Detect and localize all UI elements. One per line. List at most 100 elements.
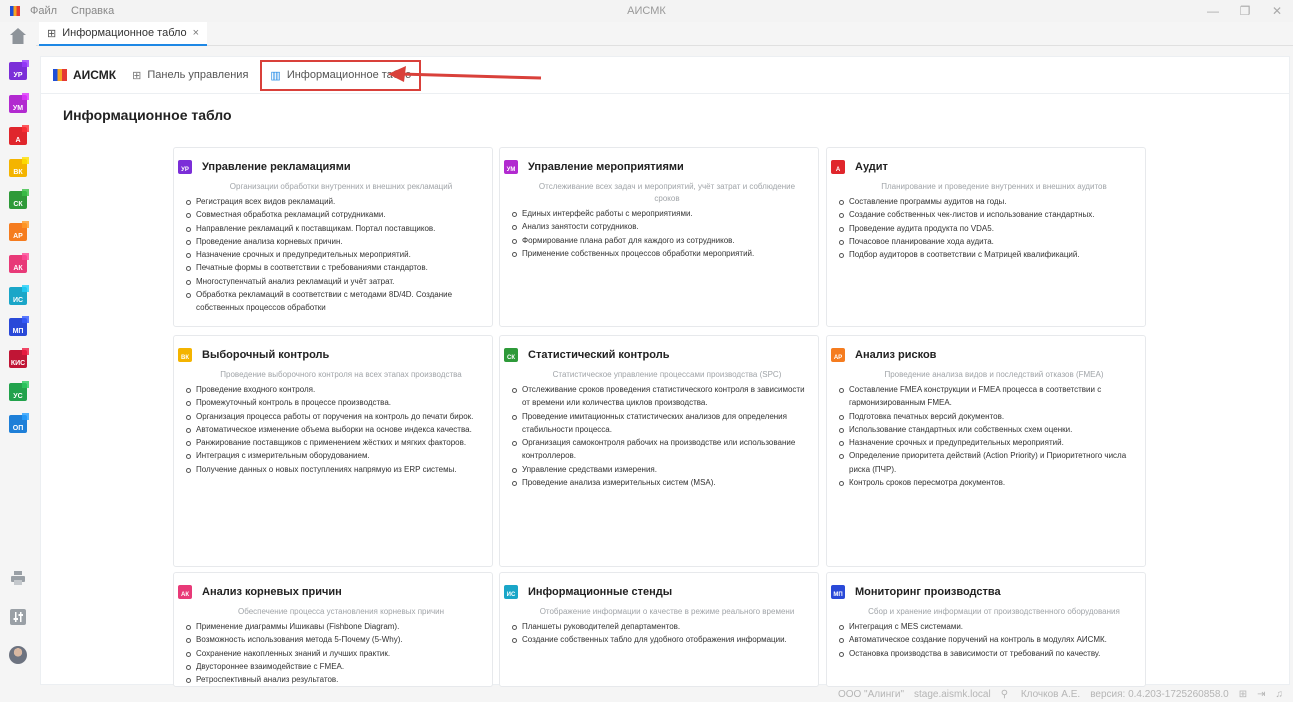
card-subtitle: Отслеживание всех задач и мероприятий, у… [538,182,796,203]
left-rail: УР УМ А ВК СК АР АК ИС МП КИС УС ОП [0,22,36,687]
logout-icon[interactable]: ⇥ [1257,689,1265,700]
card-feature-item: Обработка рекламаций в соответствии с ме… [186,288,484,315]
rail-module-12[interactable]: ОП [9,415,27,433]
card-feature-item: Применение диаграммы Ишикавы (Fishbone D… [186,620,484,633]
rail-module-9[interactable]: МП [9,318,27,336]
card-feature-item: Направление рекламаций к поставщикам. По… [186,222,484,235]
rail-module-4[interactable]: ВК [9,159,27,177]
card-feature-item: Возможность использования метода 5-Почем… [186,633,484,646]
module-badge-icon: А [831,160,845,174]
module-card[interactable]: МП Мониторинг производства Сбор и хранение… [826,572,1146,687]
nav-control-panel[interactable]: ⊞ Панель управления [132,69,248,82]
annotation-arrow [388,66,542,82]
printer-icon[interactable] [9,569,27,587]
card-feature-list: Отслеживание сроков проведения статистич… [512,383,810,489]
module-badge-icon: АР [831,348,845,362]
home-icon[interactable] [9,27,27,45]
card-feature-item: Проведение анализа измерительных систем … [512,476,810,489]
menu-file[interactable]: Файл [30,5,57,17]
card-feature-item: Автоматическое создание поручений на кон… [839,633,1137,646]
card-feature-item: Назначение срочных и предупредительных м… [186,248,484,261]
brand-logo-icon [53,69,67,81]
card-feature-item: Проведение входного контроля. [186,383,484,396]
card-feature-item: Контроль сроков пересмотра документов. [839,476,1137,489]
rail-module-8[interactable]: ИС [9,287,27,305]
rail-module-6[interactable]: АР [9,223,27,241]
card-feature-item: Промежуточный контроль в процессе произв… [186,396,484,409]
module-card[interactable]: УМ Управление мероприятиями Отслеживание в… [499,147,819,327]
card-subtitle: Отображение информации о качестве в режи… [539,607,795,616]
card-subtitle: Проведение анализа видов и последствий о… [884,370,1104,379]
user-avatar[interactable] [9,646,27,664]
card-header: АК Анализ корневых причин [178,585,492,599]
module-card[interactable]: УР Управление рекламациями Организации обр… [173,147,493,327]
card-feature-item: Единых интерфейс работы с мероприятиями. [512,207,810,220]
card-feature-list: Составление программы аудитов на годы. Со… [839,195,1137,261]
card-feature-item: Автоматическое изменение объема выборки … [186,423,484,436]
rail-module-11[interactable]: УС [9,383,27,401]
card-feature-item: Ранжирование поставщиков с применением ж… [186,436,484,449]
brand-name: АИСМК [73,68,117,82]
main-panel: АИСМК ⊞ Панель управления ▥ Информационн… [40,56,1290,687]
card-feature-item: Использование стандартных или собственны… [839,423,1137,436]
card-header: А Аудит [831,160,1145,174]
minimize-button[interactable]: — [1197,0,1229,22]
status-bar: ООО "Алинги" stage.aismk.local ⚲ Клочков… [0,687,1293,702]
card-feature-item: Двустороннее взаимодействие с FMEA. [186,660,484,673]
module-card[interactable]: ИС Информационные стенды Отображение инфор… [499,572,819,687]
rail-module-3[interactable]: А [9,127,27,145]
module-badge-icon: УМ [504,160,518,174]
card-title: Управление мероприятиями [528,161,684,173]
module-card[interactable]: АР Анализ рисков Проведение анализа видов … [826,335,1146,567]
module-badge-icon: УР [178,160,192,174]
nav-control-panel-label: Панель управления [147,69,249,81]
module-card[interactable]: А Аудит Планирование и проведение внутренн… [826,147,1146,327]
card-feature-item: Назначение срочных и предупредительных м… [839,436,1137,449]
dashboard-icon: ⊞ [132,69,142,82]
card-header: ИС Информационные стенды [504,585,818,599]
maximize-button[interactable]: ❐ [1229,0,1261,22]
close-window-button[interactable]: ✕ [1261,0,1293,22]
tab-dashboard[interactable]: ⊞ Информационное табло × [39,22,208,46]
bell-icon[interactable]: ♫ [1276,689,1284,700]
status-host: stage.aismk.local [914,689,991,700]
module-badge-icon: АК [178,585,192,599]
card-feature-item: Управление средствами измерения. [512,463,810,476]
card-header: АР Анализ рисков [831,348,1145,362]
card-feature-item: Анализ занятости сотрудников. [512,220,810,233]
card-feature-item: Составление программы аудитов на годы. [839,195,1137,208]
card-feature-item: Отслеживание сроков проведения статистич… [512,383,810,410]
status-user: ⚲ Клочков А.Е. [1000,689,1081,700]
card-feature-list: Интеграция с MES системами. Автоматическо… [839,620,1137,660]
rail-module-1[interactable]: УР [9,62,27,80]
card-feature-item: Ретроспективный анализ результатов. [186,673,484,686]
card-feature-item: Создание собственных табло для удобного … [512,633,810,646]
rail-module-7[interactable]: АК [9,255,27,273]
card-feature-list: Планшеты руководителей департаментов. Соз… [512,620,810,647]
card-title: Выборочный контроль [202,349,330,361]
card-feature-list: Применение диаграммы Ишикавы (Fishbone D… [186,620,484,686]
card-title: Мониторинг производства [855,586,1001,598]
rail-module-2[interactable]: УМ [9,95,27,113]
brand[interactable]: АИСМК [53,68,116,82]
card-feature-item: Регистрация всех видов рекламаций. [186,195,484,208]
card-feature-item: Проведение аудита продукта по VDA5. [839,222,1137,235]
module-badge-icon: ИС [504,585,518,599]
card-feature-item: Интеграция с измерительным оборудованием… [186,449,484,462]
card-header: УР Управление рекламациями [178,160,492,174]
card-feature-item: Создание собственных чек-листов и исполь… [839,208,1137,221]
close-tab-icon[interactable]: × [193,27,199,39]
card-feature-item: Проведение анализа корневых причин. [186,235,484,248]
module-card[interactable]: ВК Выборочный контроль Проведение выборочн… [173,335,493,567]
module-badge-icon: ВК [178,348,192,362]
rail-module-5[interactable]: СК [9,191,27,209]
sliders-icon[interactable] [9,608,27,626]
card-header: СК Статистический контроль [504,348,818,362]
module-card[interactable]: АК Анализ корневых причин Обеспечение проц… [173,572,493,687]
grid-icon[interactable]: ⊞ [1239,689,1247,700]
card-feature-list: Составление FMEA конструкции и FMEA проц… [839,383,1137,489]
menu-help[interactable]: Справка [71,5,114,17]
rail-module-10[interactable]: КИС [9,350,27,368]
card-title: Анализ корневых причин [202,586,342,598]
module-card[interactable]: СК Статистический контроль Статистическое … [499,335,819,567]
